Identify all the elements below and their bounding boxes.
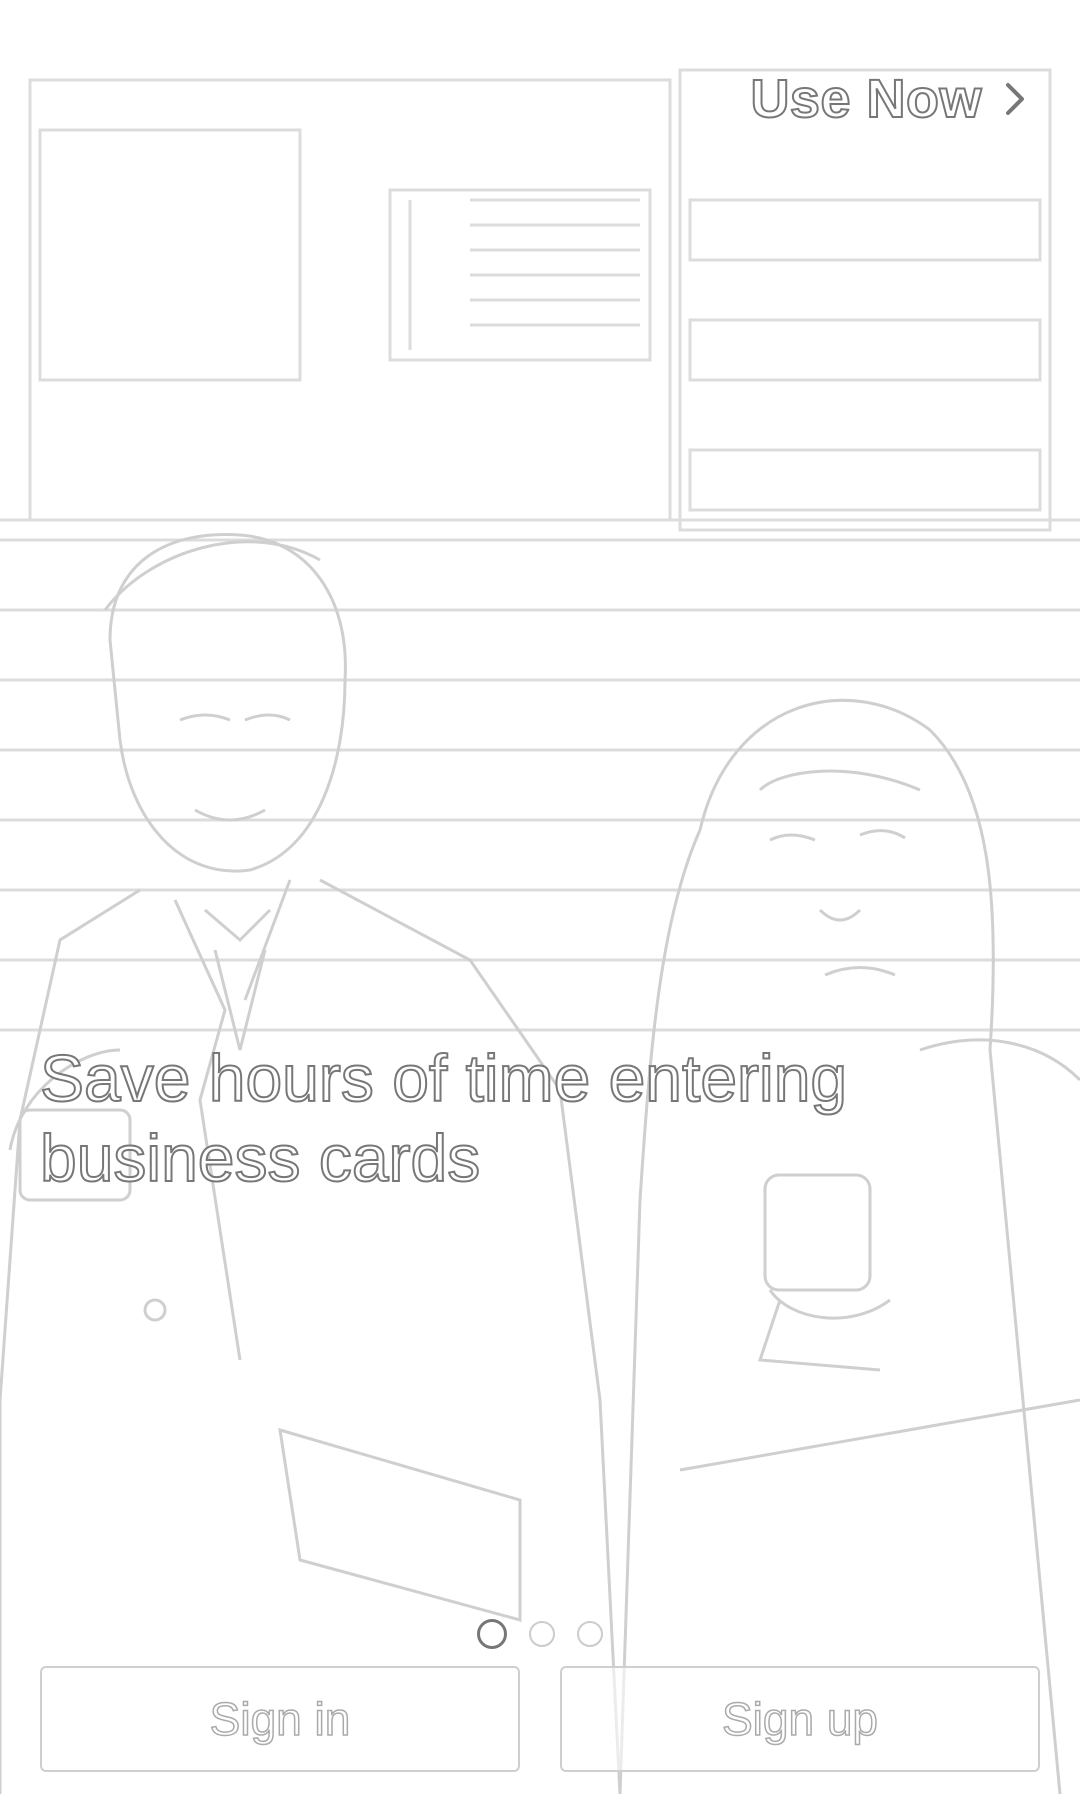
sign-in-button[interactable]: Sign in <box>40 1666 520 1772</box>
page-dot-2[interactable] <box>529 1621 555 1647</box>
onboarding-screen: Use Now Save hours of time entering busi… <box>0 0 1080 1794</box>
sign-up-label: Sign up <box>721 1692 879 1746</box>
page-indicator <box>0 1619 1080 1649</box>
chevron-right-icon <box>1006 83 1024 115</box>
page-dot-3[interactable] <box>577 1621 603 1647</box>
page-dot-1[interactable] <box>477 1619 507 1649</box>
auth-button-row: Sign in Sign up <box>40 1666 1040 1772</box>
slide-headline: Save hours of time entering business car… <box>39 1040 848 1196</box>
sign-up-button[interactable]: Sign up <box>560 1666 1040 1772</box>
use-now-label: Use Now <box>749 68 982 130</box>
use-now-button[interactable]: Use Now <box>749 68 1030 130</box>
background-photo <box>0 68 1080 1794</box>
sign-in-label: Sign in <box>209 1692 351 1746</box>
